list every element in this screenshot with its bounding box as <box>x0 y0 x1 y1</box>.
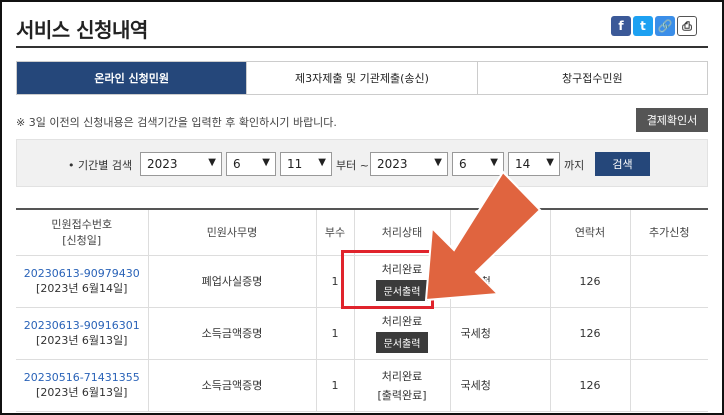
page-title: 서비스 신청내역 <box>16 18 148 42</box>
extra-request <box>629 306 708 360</box>
status-text: 처리완료 <box>381 315 423 328</box>
highlight-box <box>341 250 434 309</box>
printed-label: [출력완료] <box>377 388 427 402</box>
service-name: 폐업사실증명 <box>147 254 317 308</box>
status-text: 처리완료 <box>381 369 423 383</box>
start-day-value: 11 <box>287 157 303 171</box>
tab-bar: 온라인 신청민원 제3자제출 및 기관제출(송신) 창구접수민원 <box>16 61 708 95</box>
app-date: [2023년 6월13일] <box>36 385 128 399</box>
copies: 1 <box>315 358 355 412</box>
contact: 126 <box>549 254 631 308</box>
header-app-number: 민원접수번호 [신청일] <box>16 209 149 256</box>
app-number-link[interactable]: 20230613-90979430 <box>16 267 148 280</box>
extra-request <box>629 358 708 412</box>
status-cell: 처리완료 문서출력 <box>353 306 451 360</box>
print-document-button[interactable]: 문서출력 <box>375 332 429 353</box>
app-date: [2023년 6월13일] <box>36 333 128 347</box>
end-month-value: 6 <box>459 157 467 171</box>
chevron-down-icon: ▼ <box>208 157 216 168</box>
table-header-row: 민원접수번호 [신청일] 민원사무명 부수 처리상태 부기관 연락처 추가신청 <box>16 209 708 256</box>
app-number-cell: 20230516-71431355 [2023년 6월13일] <box>16 358 149 412</box>
end-year-value: 2023 <box>377 157 408 171</box>
service-name: 소득금액증명 <box>147 358 317 412</box>
header-app-number-label: 민원접수번호 <box>51 218 113 232</box>
app-number-link[interactable]: 20230516-71431355 <box>16 371 148 384</box>
twitter-icon[interactable]: t <box>633 16 653 36</box>
notice-text: ※ 3일 이전의 신청내용은 검색기간을 입력한 후 확인하시기 바랍니다. <box>16 116 337 129</box>
start-month-value: 6 <box>233 157 241 171</box>
tab-online-applications[interactable]: 온라인 신청민원 <box>17 62 247 94</box>
print-icon[interactable]: ⎙ <box>677 16 697 36</box>
extra-request <box>629 254 708 308</box>
status-cell: 처리완료 [출력완료] <box>353 358 451 412</box>
chevron-down-icon: ▼ <box>318 157 326 168</box>
start-year-select[interactable]: 2023 ▼ <box>140 152 222 176</box>
payment-receipt-button[interactable]: 결제확인서 <box>636 108 708 132</box>
contact: 126 <box>549 306 631 360</box>
service-name: 소득금액증명 <box>147 306 317 360</box>
applications-table: 민원접수번호 [신청일] 민원사무명 부수 처리상태 부기관 연락처 추가신청 … <box>16 208 708 412</box>
end-day-value: 14 <box>515 157 531 171</box>
chevron-down-icon: ▼ <box>262 157 270 168</box>
header-service-name: 민원사무명 <box>147 209 317 256</box>
start-year-value: 2023 <box>147 157 178 171</box>
header-status: 처리상태 <box>353 209 451 256</box>
header-agency: 부기관 <box>449 209 551 256</box>
chevron-down-icon: ▼ <box>490 157 498 168</box>
table-row: 20230516-71431355 [2023년 6월13일] 소득금액증명 1… <box>16 358 708 412</box>
table-row: 20230613-90916301 [2023년 6월13일] 소득금액증명 1… <box>16 306 708 360</box>
facebook-icon[interactable]: f <box>611 16 631 36</box>
contact: 126 <box>549 358 631 412</box>
end-day-select[interactable]: 14 ▼ <box>508 152 560 176</box>
tab-third-party-submission[interactable]: 제3자제출 및 기관제출(송신) <box>246 62 477 94</box>
header-contact: 연락처 <box>549 209 631 256</box>
search-button[interactable]: 검색 <box>595 152 650 176</box>
app-number-cell: 20230613-90916301 [2023년 6월13일] <box>16 306 149 360</box>
copies: 1 <box>315 306 355 360</box>
title-divider <box>16 46 708 48</box>
link-icon[interactable]: 🔗 <box>655 16 675 36</box>
header-copies: 부수 <box>315 209 355 256</box>
app-date: [2023년 6월14일] <box>36 281 128 295</box>
chevron-down-icon: ▼ <box>546 157 554 168</box>
end-year-select[interactable]: 2023 ▼ <box>370 152 448 176</box>
tab-counter-applications[interactable]: 창구접수민원 <box>476 62 707 94</box>
agency: 국세청 <box>449 254 551 308</box>
start-day-select[interactable]: 11 ▼ <box>280 152 332 176</box>
to-label: 까지 <box>564 159 585 172</box>
end-month-select[interactable]: 6 ▼ <box>452 152 504 176</box>
header-extra: 추가신청 <box>629 209 708 256</box>
start-month-select[interactable]: 6 ▼ <box>226 152 276 176</box>
app-number-link[interactable]: 20230613-90916301 <box>16 319 148 332</box>
agency: 국세청 <box>449 358 551 412</box>
share-toolbar: f t 🔗 ⎙ <box>611 16 697 36</box>
from-label: 부터 ~ <box>336 159 369 172</box>
agency: 국세청 <box>449 306 551 360</box>
search-label: • 기간별 검색 <box>68 159 133 172</box>
app-number-cell: 20230613-90979430 [2023년 6월14일] <box>16 254 149 308</box>
chevron-down-icon: ▼ <box>434 157 442 168</box>
header-app-date-label: [신청일] <box>62 234 102 248</box>
